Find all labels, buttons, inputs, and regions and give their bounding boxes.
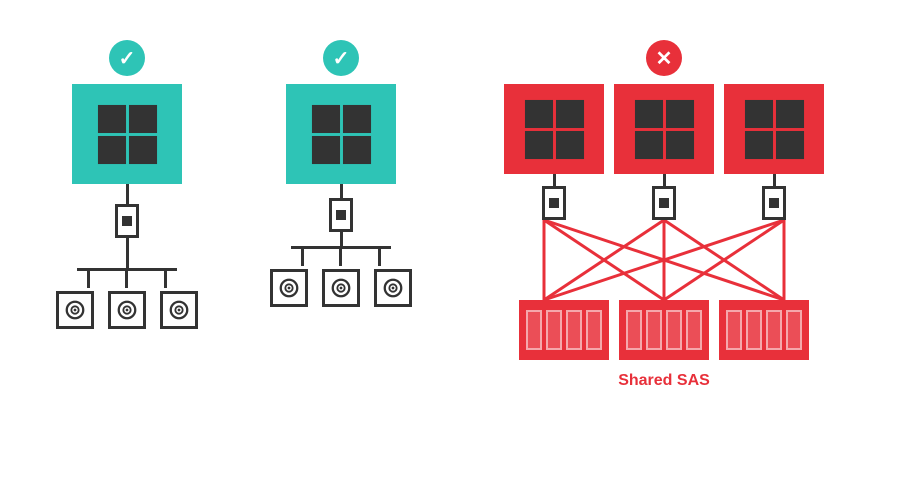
check-icon-2: ✓ [333,46,350,71]
drive-icon-1a [64,299,86,321]
server-box-3a [504,84,604,174]
slot-3b4 [686,310,702,350]
storage-box-3a [519,300,609,360]
drives-row-2 [270,269,412,307]
windows-logo-3a [522,97,587,162]
drive-icon-1c [168,299,190,321]
conn-3b [663,174,666,186]
drive-1c [160,291,198,329]
shared-sas-label: Shared SAS [618,372,710,390]
hba-3a [542,186,566,220]
drive-icon-1b [116,299,138,321]
slot-3a4 [586,310,602,350]
server-col-3b [614,84,714,220]
server-col-3c [724,84,824,220]
slot-3b2 [646,310,662,350]
conn-3a [553,174,556,186]
server-box-3b [614,84,714,174]
h-branch-1 [77,268,177,271]
tree-2 [270,246,412,307]
slot-3c2 [746,310,762,350]
drive-icon-2c [382,277,404,299]
diagram-col-2: ✓ [270,40,412,307]
line-down-1 [126,238,129,268]
slot-3a1 [526,310,542,350]
connector-line-1 [126,184,129,204]
drive-1a [56,291,94,329]
drives-row-1 [56,291,198,329]
tree-1 [56,268,198,329]
connector-line-2b [340,232,343,246]
storage-box-3b [619,300,709,360]
storage-row-3 [519,300,809,360]
cross-icon-3: ✕ [656,46,673,71]
server-col-3a [504,84,604,220]
cross-lines-svg [494,220,834,300]
slot-3c1 [726,310,742,350]
slot-3c4 [786,310,802,350]
server-box-3c [724,84,824,174]
slot-3a3 [566,310,582,350]
server-box-1 [72,84,182,184]
status-icon-1: ✓ [109,40,145,76]
windows-logo-3b [632,97,697,162]
slot-3b1 [626,310,642,350]
slot-3c3 [766,310,782,350]
slot-3a2 [546,310,562,350]
status-icon-3: ✕ [646,40,682,76]
hba-3c [762,186,786,220]
diagram-col-1: ✓ [56,40,198,329]
windows-logo-3c [742,97,807,162]
status-icon-2: ✓ [323,40,359,76]
windows-logo-2 [309,102,374,167]
conn-3c [773,174,776,186]
servers-row-3 [504,84,824,220]
diagram-col-3: ✕ [484,40,844,390]
check-icon-1: ✓ [119,46,136,71]
server-box-2 [286,84,396,184]
storage-box-3c [719,300,809,360]
windows-logo-1 [95,102,160,167]
h-branch-2 [291,246,391,249]
connector-line-2a [340,184,343,198]
drive-1b [108,291,146,329]
hba-3b [652,186,676,220]
main-container: ✓ [0,0,900,501]
drive-2a [270,269,308,307]
drive-icon-2b [330,277,352,299]
hba-2 [329,198,353,232]
drive-icon-2a [278,277,300,299]
hba-1 [115,204,139,238]
drive-2b [322,269,360,307]
drive-2c [374,269,412,307]
slot-3b3 [666,310,682,350]
